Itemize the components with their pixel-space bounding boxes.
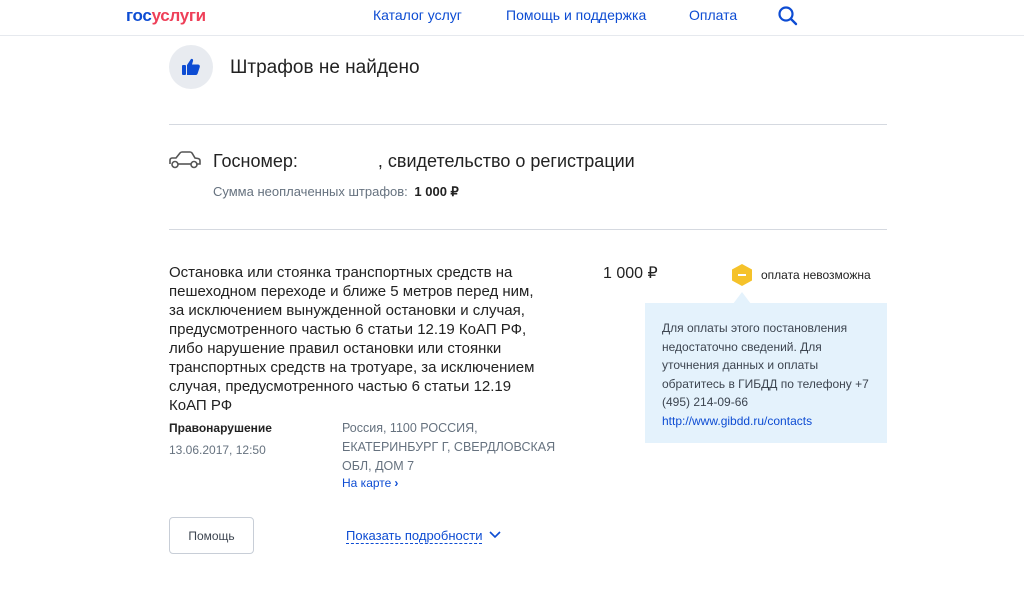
status-title: Штрафов не найдено <box>230 57 420 78</box>
gibdd-contacts-link[interactable]: http://www.gibdd.ru/contacts <box>662 414 812 428</box>
payment-status[interactable]: оплата невозможна <box>732 264 871 286</box>
plate-label: Госномер: <box>213 151 298 171</box>
logo-part-uslugi: услуги <box>151 6 207 25</box>
gosuslugi-logo[interactable]: госуслуги <box>126 6 206 26</box>
unpaid-sum-value: 1 000 ₽ <box>414 184 459 199</box>
plate-suffix: , свидетельство о регистрации <box>377 151 635 171</box>
chevron-right-icon: › <box>394 476 399 490</box>
search-button[interactable] <box>776 4 800 28</box>
unpaid-sum-line: Сумма неоплаченных штрафов: 1 000 ₽ <box>213 184 459 200</box>
top-navigation-bar: госуслуги Каталог услуг Помощь и поддерж… <box>0 0 1024 36</box>
nav-payment-link[interactable]: Оплата <box>689 7 737 23</box>
chevron-down-icon[interactable] <box>489 530 501 540</box>
nav-help-link[interactable]: Помощь и поддержка <box>506 7 646 23</box>
logo-part-gos: гос <box>126 6 152 25</box>
car-icon <box>169 151 201 169</box>
nav-catalog-link[interactable]: Каталог услуг <box>373 7 462 23</box>
violation-address: Россия, 1100 РОССИЯ, ЕКАТЕРИНБУРГ Г, СВЕ… <box>342 421 556 473</box>
violation-label: Правонарушение <box>169 421 272 435</box>
tooltip-text: Для оплаты этого постановления недостато… <box>662 321 869 409</box>
magnifier-icon <box>778 6 798 26</box>
fine-description: Остановка или стоянка транспортных средс… <box>169 264 535 414</box>
unpaid-sum-label: Сумма неоплаченных штрафов: <box>213 184 408 199</box>
show-details-link[interactable]: Показать подробности <box>346 528 483 544</box>
help-button[interactable]: Помощь <box>169 517 254 554</box>
status-icon-circle <box>169 45 213 89</box>
warning-hexagon-icon <box>732 264 752 286</box>
payment-info-tooltip: Для оплаты этого постановления недостато… <box>645 303 887 443</box>
section-divider <box>169 124 887 125</box>
fine-amount: 1 000 ₽ <box>603 265 658 282</box>
section-divider <box>169 229 887 230</box>
on-map-link[interactable]: На карте › <box>342 476 398 490</box>
payment-status-text: оплата невозможна <box>761 268 871 282</box>
thumbs-up-icon <box>182 58 200 75</box>
on-map-label: На карте <box>342 476 392 490</box>
plate-title: Госномер: , свидетельство о регистрации <box>213 151 635 172</box>
violation-date: 13.06.2017, 12:50 <box>169 443 266 457</box>
